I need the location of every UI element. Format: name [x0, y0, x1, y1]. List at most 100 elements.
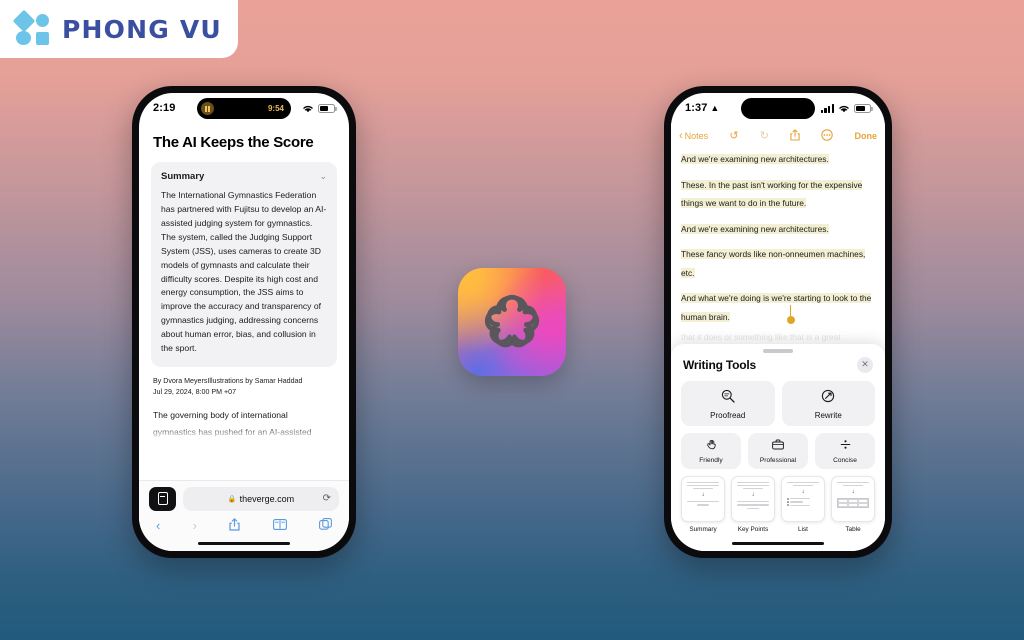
brand-logo-marks	[12, 9, 52, 46]
writing-tools-sheet: Writing Tools ✕ Proofread Rewrite Friend…	[671, 344, 885, 551]
concise-button[interactable]: Concise	[815, 432, 875, 469]
redo-icon[interactable]: ↻	[760, 130, 769, 142]
friendly-label: Friendly	[699, 456, 723, 464]
byline-date: Jul 29, 2024, 8:00 PM +07	[153, 387, 237, 396]
professional-button[interactable]: Professional	[748, 432, 808, 469]
safari-toolbar: ‹ ›	[149, 511, 339, 533]
sheet-header: Writing Tools ✕	[683, 356, 873, 373]
address-row: 🔒 theverge.com ⟳	[149, 486, 339, 511]
safari-article: The AI Keeps the Score Summary ⌄ The Int…	[139, 134, 349, 440]
summary-card-button[interactable]: ↓ Summary	[681, 475, 725, 533]
chevron-down-icon[interactable]: ⌄	[319, 172, 327, 181]
key-points-card-icon: ↓	[731, 475, 775, 522]
brand-name: PHONG VU	[62, 14, 222, 44]
apple-intelligence-icon	[458, 268, 566, 376]
status-time: 2:19	[153, 102, 176, 114]
pause-icon[interactable]	[201, 102, 214, 115]
ai-summary-card[interactable]: Summary ⌄ The International Gymnastics F…	[151, 162, 337, 368]
key-points-card-button[interactable]: ↓ Key Points	[731, 475, 775, 533]
summary-label: Summary	[161, 171, 205, 182]
article-paragraph: The governing body of international	[153, 410, 288, 421]
status-bar-right: 1:37 ▲	[671, 93, 885, 123]
forward-button[interactable]: ›	[193, 519, 197, 532]
rewrite-circular-arrow-icon	[782, 389, 876, 405]
wifi-icon	[302, 104, 314, 113]
status-time: 1:37	[685, 102, 708, 114]
location-arrow-icon: ▲	[710, 103, 720, 113]
note-paragraph: These. In the past isn't working for the…	[681, 179, 863, 209]
reader-icon[interactable]	[149, 486, 176, 511]
summary-text: The International Gymnastics Federation …	[161, 190, 327, 354]
table-card-label: Table	[845, 525, 861, 533]
primary-actions-row: Proofread Rewrite	[681, 380, 876, 426]
cellular-icon	[820, 103, 834, 113]
summary-card-label: Summary	[689, 525, 717, 533]
page-title: The AI Keeps the Score	[153, 134, 314, 151]
key-points-card-label: Key Points	[737, 525, 769, 533]
list-card-label: List	[798, 525, 808, 533]
tone-actions-row: Friendly Professional Concise	[681, 432, 875, 469]
home-indicator	[732, 541, 824, 545]
article-paragraph-cut: gymnastics has pushed for an AI-assisted	[153, 427, 312, 438]
format-actions-row: ↓ Summary ↓ Key Points ↓ List ↓ Table	[681, 475, 875, 533]
battery-icon	[854, 103, 873, 113]
note-paragraph: And we're examining new architectures.	[681, 154, 829, 164]
note-paragraph: And we're examining new architectures.	[681, 223, 829, 234]
friendly-button[interactable]: Friendly	[681, 432, 741, 469]
logo-circle-top-right-shape	[36, 14, 49, 27]
chevron-left-icon: ‹	[679, 129, 683, 142]
notes-toolbar: ↺ ↻	[708, 128, 854, 144]
list-card-icon: ↓	[781, 475, 825, 522]
back-label: Notes	[684, 131, 709, 141]
done-button[interactable]: Done	[855, 131, 878, 141]
note-content[interactable]: And we're examining new architectures. T…	[671, 149, 885, 342]
table-card-button[interactable]: ↓ Table	[831, 475, 875, 533]
logo-diamond-shape	[12, 9, 36, 33]
concise-label: Concise	[833, 456, 857, 464]
share-icon[interactable]	[790, 128, 800, 144]
book-icon[interactable]	[272, 518, 287, 532]
dynamic-island[interactable]: 9:54	[197, 98, 291, 119]
brand-badge: PHONG VU	[0, 0, 238, 58]
rewrite-button[interactable]: Rewrite	[781, 380, 876, 426]
byline-authors: By Dvora MeyersIllustrations by Samar Ha…	[153, 377, 303, 386]
text-cursor-handle[interactable]	[785, 305, 797, 325]
url-text: theverge.com	[239, 493, 295, 504]
share-icon[interactable]	[229, 517, 240, 533]
island-timer: 9:54	[267, 104, 284, 113]
status-indicators	[820, 103, 873, 113]
list-card-button[interactable]: ↓ List	[781, 475, 825, 533]
note-ghost-line: that it does or something like that is a…	[681, 332, 841, 343]
safari-bottom-bar: 🔒 theverge.com ⟳ ‹ ›	[139, 479, 349, 551]
back-button[interactable]: ‹	[156, 519, 160, 532]
wifi-icon	[838, 104, 850, 113]
rewrite-label: Rewrite	[814, 410, 842, 420]
undo-icon[interactable]: ↺	[729, 130, 738, 142]
more-icon[interactable]	[821, 128, 834, 144]
phone-left-safari: 2:19 9:54 The AI Keeps the Score Summary…	[132, 86, 356, 558]
back-to-notes-button[interactable]: ‹ Notes	[679, 129, 709, 142]
table-card-icon: ↓	[831, 475, 875, 522]
note-paragraph: And what we're doing is we're starting t…	[681, 293, 872, 322]
reload-icon[interactable]: ⟳	[323, 493, 331, 504]
notes-navigation-bar: ‹ Notes ↺ ↻ Done	[671, 123, 885, 149]
dynamic-island[interactable]	[741, 98, 815, 119]
sheet-grabber[interactable]	[763, 349, 793, 353]
summary-card-header[interactable]: Summary ⌄	[161, 171, 327, 182]
proofread-button[interactable]: Proofread	[681, 380, 775, 426]
magnifier-icon	[681, 389, 775, 405]
status-indicators	[302, 103, 337, 113]
lock-icon: 🔒	[227, 495, 237, 503]
phone-right-notes: 1:37 ▲ ‹ Notes ↺ ↻ Done And we're examin…	[664, 86, 892, 558]
close-icon[interactable]: ✕	[857, 356, 873, 373]
logo-circle-bottom-left-shape	[16, 31, 31, 45]
divide-icon	[815, 439, 875, 453]
professional-label: Professional	[759, 456, 797, 464]
home-indicator	[198, 541, 290, 545]
logo-square-shape	[36, 32, 49, 45]
tabs-icon[interactable]	[319, 518, 332, 532]
search-input[interactable]: 🔒 theverge.com ⟳	[183, 486, 339, 511]
writing-tools-title: Writing Tools	[683, 357, 756, 372]
wave-hand-icon	[681, 439, 741, 453]
byline: By Dvora MeyersIllustrations by Samar Ha…	[153, 376, 335, 397]
